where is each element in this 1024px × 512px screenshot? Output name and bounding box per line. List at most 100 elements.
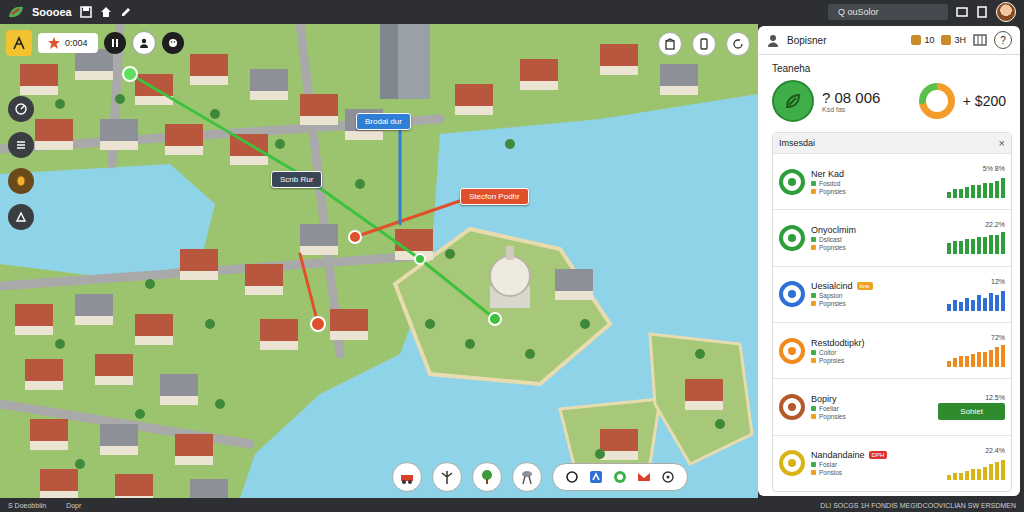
map-label[interactable]: Brodal dur [356, 113, 411, 130]
chart-bar [965, 239, 969, 254]
chart-bar [971, 185, 975, 198]
help-button[interactable]: ? [994, 31, 1012, 49]
detail-dot-icon [811, 293, 816, 298]
face-button[interactable] [162, 32, 184, 54]
map-bottom-toolbar [392, 462, 688, 492]
chart-bar [989, 464, 993, 479]
chart-bar [989, 183, 993, 198]
coin-icon [15, 175, 27, 187]
chart-bar [971, 239, 975, 254]
park-button[interactable] [472, 462, 502, 492]
city-map-art [0, 24, 758, 498]
chart-bar [989, 293, 993, 311]
rotate-button[interactable] [726, 32, 750, 56]
row-name: Onyoclmim [811, 225, 856, 235]
detail-dot-icon [811, 470, 816, 475]
chart-bar [959, 189, 963, 198]
row-text: UesialcindbneSapsionPopnsies [811, 281, 941, 307]
chart-bar [1001, 232, 1005, 254]
map-label[interactable]: Stecfon Podhr [460, 188, 529, 205]
window-icon[interactable] [956, 6, 968, 18]
chart-bar [947, 243, 951, 254]
list-row[interactable]: Ner KadFosdcdPopnsies5% 8% [773, 153, 1011, 209]
home-icon[interactable] [100, 6, 112, 18]
header-stat: 10 [911, 35, 934, 45]
chart-bar [977, 237, 981, 255]
row-chart [947, 343, 1005, 367]
row-text: NandandaineDPHFosiarPonslos [811, 450, 941, 476]
row-chart [947, 230, 1005, 254]
counter-value: 0:004 [65, 38, 88, 48]
list-row[interactable]: Restdodtipkr)CoitorPoprsies72% [773, 322, 1011, 378]
summary: ? 08 006Ksd fas+ $200 [758, 76, 1020, 126]
power-button[interactable] [432, 462, 462, 492]
chart-bar [947, 361, 951, 368]
player-avatar-icon[interactable] [996, 2, 1016, 22]
stat-value: 3H [954, 35, 966, 45]
phone-button[interactable] [692, 32, 716, 56]
map-icon[interactable] [973, 33, 987, 47]
row-name: Uesialcind [811, 281, 853, 291]
list-row[interactable]: OnyoclmimDslicastPopnsies22.2% [773, 209, 1011, 265]
tree-icon [479, 469, 495, 485]
category-icon [779, 169, 805, 195]
row-stats: 72% [947, 334, 1005, 367]
search-field[interactable]: Q ouSolor [828, 4, 948, 20]
main-area: Brodal dur Scnb Rur Stecfon Podhr 0:004 Bopi… [0, 24, 1024, 498]
build-button[interactable] [6, 30, 32, 56]
row-detail: Ponslos [811, 469, 941, 476]
road-tool-icon[interactable] [565, 470, 579, 484]
city-view-button[interactable] [658, 32, 682, 56]
zone-button[interactable] [8, 204, 34, 230]
chart-bar [965, 298, 969, 311]
edit-icon[interactable] [120, 6, 132, 18]
select-tool-icon[interactable] [589, 470, 603, 484]
fire-button[interactable] [392, 462, 422, 492]
chart-bar [977, 352, 981, 367]
close-button[interactable]: × [999, 137, 1005, 149]
category-icon [779, 450, 805, 476]
road-button[interactable] [8, 132, 34, 158]
chart-bar [995, 462, 999, 480]
chart-bar [965, 187, 969, 198]
save-icon[interactable] [80, 6, 92, 18]
row-detail: Sapsion [811, 292, 941, 299]
speed-button[interactable] [104, 32, 126, 54]
chart-bar [953, 300, 957, 311]
settings-tool-icon[interactable] [661, 470, 675, 484]
chart-bar [977, 185, 981, 198]
category-icon [779, 338, 805, 364]
row-name: Nandandaine [811, 450, 865, 460]
chart-bar [971, 354, 975, 367]
eco-tool-icon[interactable] [613, 470, 627, 484]
income-value: + $200 [963, 93, 1006, 109]
chart-bar [995, 235, 999, 255]
city-map[interactable]: Brodal dur Scnb Rur Stecfon Podhr 0:004 [0, 24, 758, 498]
list-header: Imsesdai× [773, 133, 1011, 153]
detail-dot-icon [811, 358, 816, 363]
water-button[interactable] [512, 462, 542, 492]
row-stats: 12.5%Sohiet [938, 394, 1005, 420]
detail-dot-icon [811, 245, 816, 250]
fire-truck-icon [399, 469, 415, 485]
row-reading: 22.4% [985, 447, 1005, 454]
chart-bar [959, 473, 963, 480]
resource-button[interactable] [8, 168, 34, 194]
chart-bar [959, 356, 963, 367]
list-row[interactable]: UesialcindbneSapsionPopnsies 12% [773, 266, 1011, 322]
row-action-button[interactable]: Sohiet [938, 403, 1005, 420]
mail-tool-icon[interactable] [637, 470, 651, 484]
map-label[interactable]: Scnb Rur [271, 171, 322, 188]
row-reading: 12% [991, 278, 1005, 285]
gauge-button[interactable] [8, 96, 34, 122]
row-text: BopiryFoeliarPopnsies [811, 394, 932, 420]
people-button[interactable] [132, 31, 156, 55]
row-detail: Poprsies [811, 357, 941, 364]
list-row[interactable]: NandandaineDPHFosiarPonslos 22.4% [773, 435, 1011, 491]
tool-group [552, 463, 688, 491]
map-toolbar: 0:004 [6, 30, 184, 56]
menu-icon[interactable] [976, 6, 988, 18]
list-row[interactable]: BopiryFoeliarPopnsies12.5%Sohiet [773, 378, 1011, 434]
detail-dot-icon [811, 189, 816, 194]
chart-bar [977, 469, 981, 480]
